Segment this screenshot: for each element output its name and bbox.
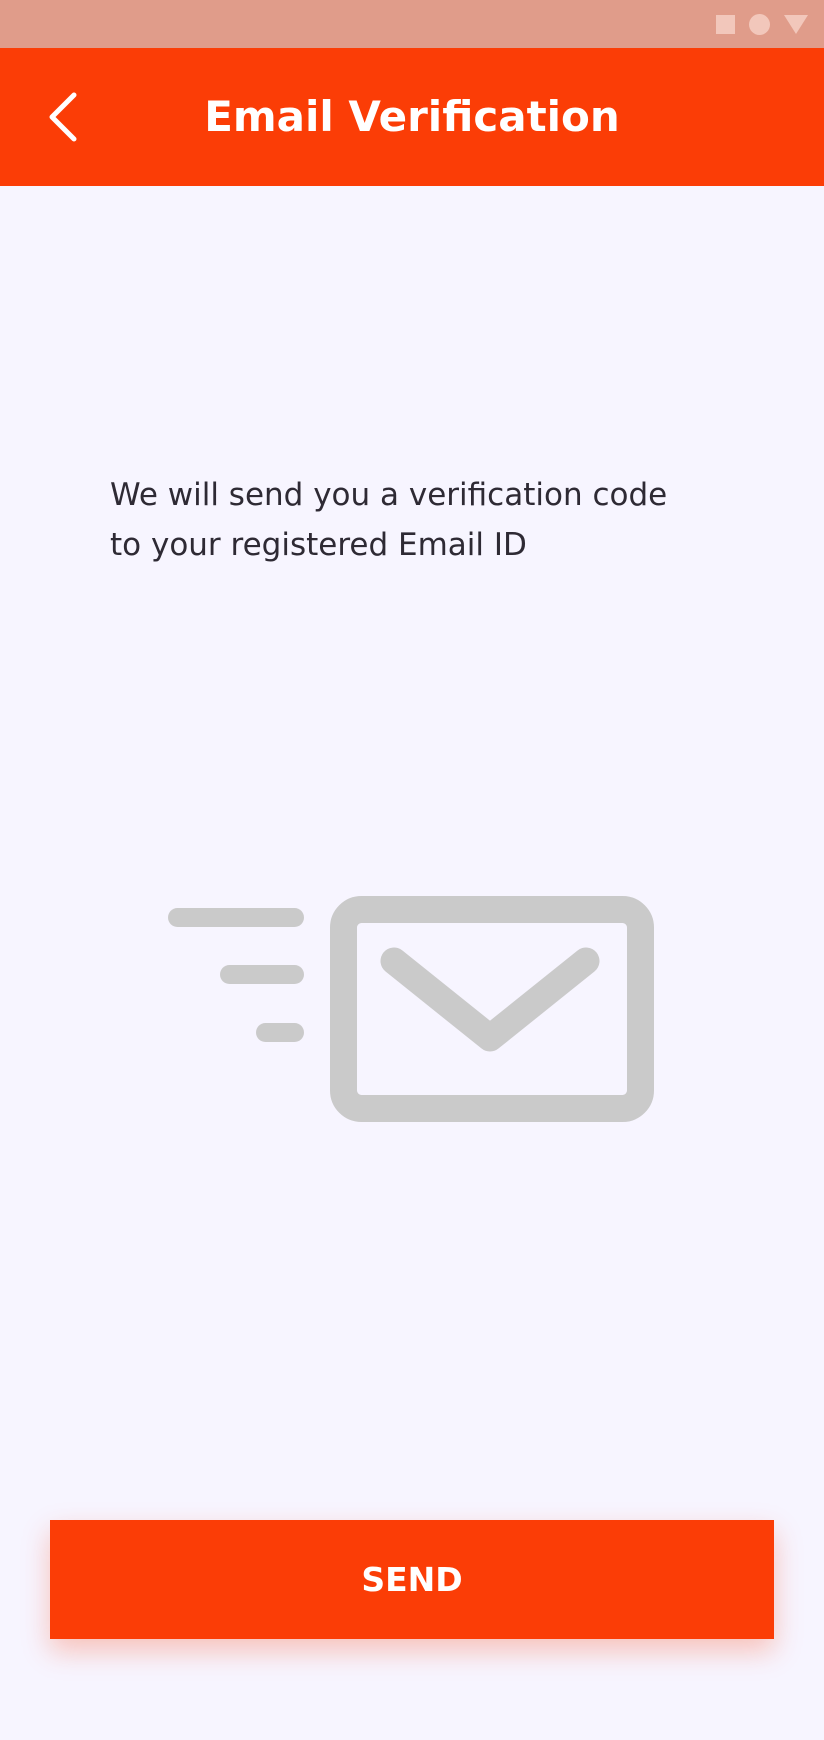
description-line: We will send you a verification code [110, 477, 668, 513]
speed-line-icon [220, 965, 304, 984]
speed-line-icon [256, 1023, 304, 1042]
chevron-left-icon [49, 92, 77, 142]
status-icons [716, 14, 808, 35]
triangle-icon [784, 15, 808, 34]
page-title: Email Verification [204, 92, 620, 141]
email-send-icon [168, 896, 654, 1122]
circle-icon [749, 14, 770, 35]
status-bar [0, 0, 824, 48]
description-line: to your registered Email ID [110, 527, 527, 563]
square-icon [716, 15, 735, 34]
send-button[interactable]: SEND [50, 1520, 774, 1639]
envelope-body-icon [330, 896, 654, 1122]
envelope-flap-icon [380, 947, 600, 1052]
app-bar: Email Verification [0, 48, 824, 186]
description-text: We will send you a verification code to … [110, 470, 730, 570]
speed-line-icon [168, 908, 304, 927]
back-button[interactable] [36, 86, 92, 148]
